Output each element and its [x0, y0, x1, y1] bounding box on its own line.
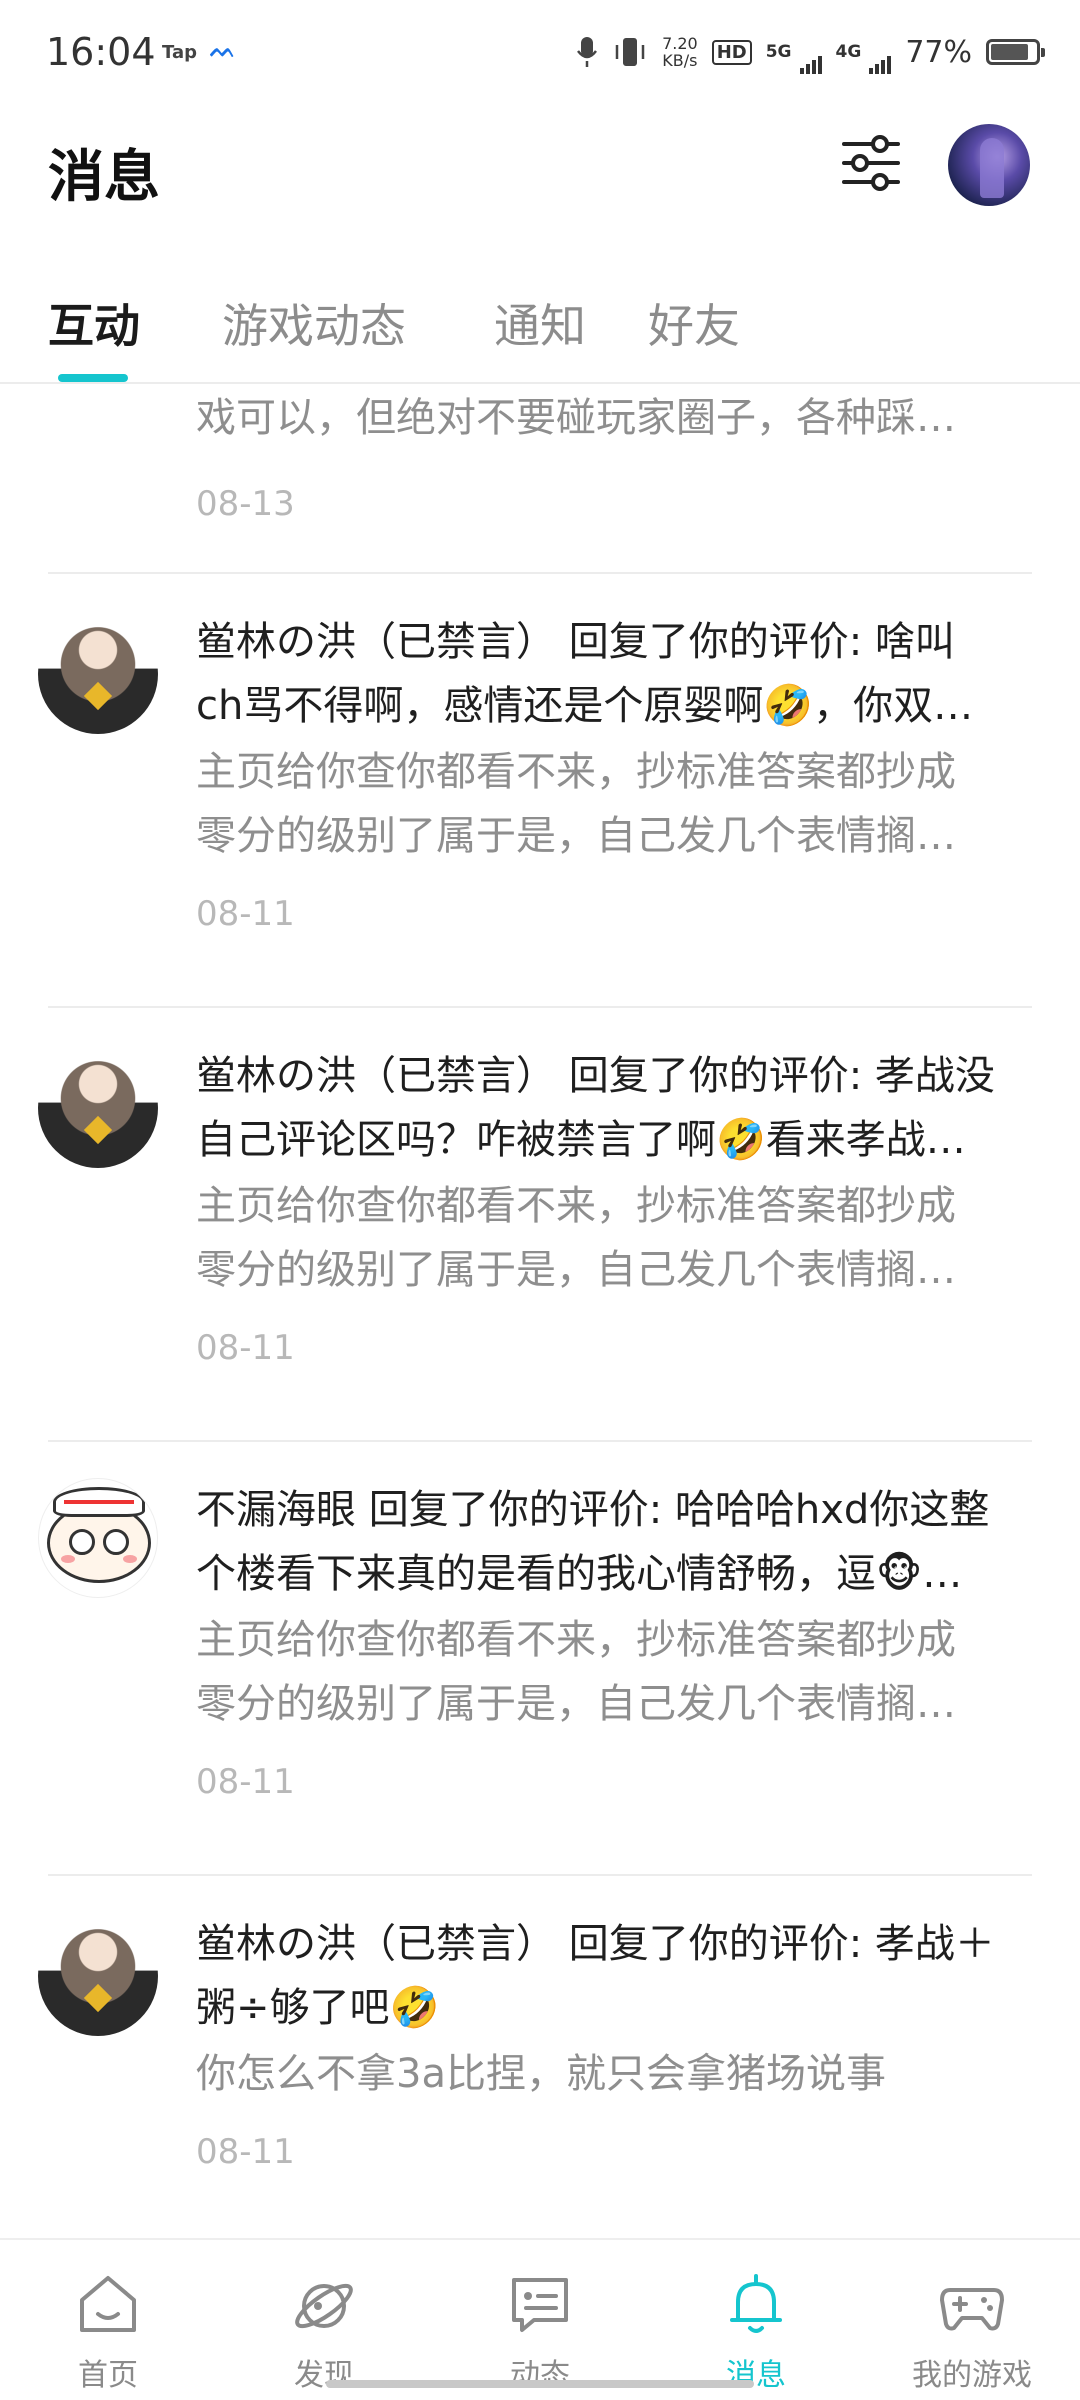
tab-friends[interactable]: 好友 — [648, 290, 740, 356]
home-indicator[interactable] — [326, 2380, 754, 2388]
message-tabs: 互动 游戏动态 通知 好友 — [0, 280, 1080, 384]
status-bar: 16:04 Tap ᨓ 7.20 KB/s HD 5G 4G 77% — [0, 0, 1080, 100]
status-time: 16:04 — [46, 30, 156, 74]
message-body-line: 主页给你查你都看不来，抄标准答案都抄成 — [196, 1183, 956, 1229]
message-body-line: 主页给你查你都看不来，抄标准答案都抄成 — [196, 749, 956, 795]
nav-label: 首页 — [78, 2358, 138, 2393]
message-body: 主页给你查你都看不来，抄标准答案都抄成 零分的级别了属于是，自己发几个表情搁… — [196, 740, 1036, 868]
message-title-line: 个楼看下来真的是看的我心情舒畅，逗🐵… — [196, 1551, 963, 1597]
tab-indicator — [58, 374, 128, 382]
message-date: 08-11 — [196, 1762, 295, 1802]
message-title-line: 不漏海眼 回复了你的评价: 哈哈哈hxd你这整 — [196, 1487, 990, 1533]
message-title-line: 鲎林の洪（已禁言） 回复了你的评价: 啥叫 — [196, 619, 955, 665]
message-body: 戏可以，但绝对不要碰玩家圈子，各种踩… — [196, 386, 1036, 450]
nav-my-games[interactable]: 我的游戏 — [892, 2240, 1052, 2400]
tab-interaction[interactable]: 互动 — [48, 290, 140, 356]
message-title: 鲎林の洪（已禁言） 回复了你的评价: 啥叫 ch骂不得啊，感情还是个原婴啊🤣，你… — [196, 610, 1036, 738]
microphone-icon — [577, 37, 598, 67]
planet-icon — [295, 2283, 353, 2329]
chat-card-icon — [512, 2278, 568, 2332]
message-date: 08-11 — [196, 1328, 295, 1368]
message-body-line: 戏可以，但绝对不要碰玩家圈子，各种踩… — [196, 395, 956, 441]
avatar[interactable] — [38, 1048, 158, 1168]
message-body: 主页给你查你都看不来，抄标准答案都抄成 零分的级别了属于是，自己发几个表情搁… — [196, 1608, 1036, 1736]
list-item[interactable]: 戏可以，但绝对不要碰玩家圈子，各种踩… 08-13 — [0, 386, 1080, 574]
hd-badge: HD — [711, 39, 752, 65]
message-title-line: ch骂不得啊，感情还是个原婴啊🤣，你双… — [196, 683, 974, 729]
network-speed-unit: KB/s — [662, 51, 698, 70]
message-body: 你怎么不拿3a比捏，就只会拿猪场说事 — [196, 2042, 1036, 2106]
page-title: 消息 — [48, 145, 160, 210]
message-date: 08-11 — [196, 894, 295, 934]
gamepad-icon — [940, 2288, 1004, 2331]
message-body-line: 主页给你查你都看不来，抄标准答案都抄成 — [196, 1617, 956, 1663]
signal-4g-label: 4G — [835, 42, 862, 62]
message-title-line: 粥÷够了吧🤣 — [196, 1985, 440, 2031]
nav-feed[interactable]: 动态 — [460, 2240, 620, 2400]
message-body: 主页给你查你都看不来，抄标准答案都抄成 零分的级别了属于是，自己发几个表情搁… — [196, 1174, 1036, 1302]
avatar[interactable] — [38, 1478, 158, 1598]
battery-percent: 77% — [905, 34, 972, 70]
filter-button[interactable] — [838, 130, 904, 196]
message-date: 08-13 — [196, 484, 295, 524]
avatar[interactable] — [38, 1916, 158, 2036]
list-item[interactable]: 鲎林の洪（已禁言） 回复了你的评价: 孝战＋ 粥÷够了吧🤣 你怎么不拿3a比捏，… — [0, 1876, 1080, 2236]
network-speed-value: 7.20 — [662, 34, 698, 53]
vibrate-icon — [615, 38, 645, 66]
message-list: 戏可以，但绝对不要碰玩家圈子，各种踩… 08-13 鲎林の洪（已禁言） 回复了你… — [0, 386, 1080, 2236]
message-title: 鲎林の洪（已禁言） 回复了你的评价: 孝战＋ 粥÷够了吧🤣 — [196, 1912, 1036, 2040]
signal-5g-label: 5G — [765, 42, 792, 62]
message-body-line: 零分的级别了属于是，自己发几个表情搁… — [196, 1681, 956, 1727]
message-body-line: 零分的级别了属于是，自己发几个表情搁… — [196, 813, 956, 859]
signal-5g-icon: 5G — [765, 42, 822, 74]
signal-4g-icon: 4G — [835, 42, 892, 74]
network-speed: 7.20 KB/s — [662, 35, 698, 69]
message-title: 鲎林の洪（已禁言） 回复了你的评价: 孝战没 自己评论区吗？咋被禁言了啊🤣看来孝… — [196, 1044, 1036, 1172]
list-item[interactable]: 鲎林の洪（已禁言） 回复了你的评价: 啥叫 ch骂不得啊，感情还是个原婴啊🤣，你… — [0, 574, 1080, 1008]
message-title-line: 鲎林の洪（已禁言） 回复了你的评价: 孝战＋ — [196, 1921, 995, 1967]
nav-messages[interactable]: 消息 — [676, 2240, 836, 2400]
message-date: 08-11 — [196, 2132, 295, 2172]
bell-icon — [730, 2274, 782, 2333]
bottom-navigation: 首页 发现 动态 消息 我的游戏 — [0, 2238, 1080, 2400]
message-title-line: 鲎林の洪（已禁言） 回复了你的评价: 孝战没 — [196, 1053, 995, 1099]
message-title: 不漏海眼 回复了你的评价: 哈哈哈hxd你这整 个楼看下来真的是看的我心情舒畅，… — [196, 1478, 1036, 1606]
status-icons: 7.20 KB/s HD 5G 4G 77% — [576, 30, 1045, 74]
nav-discover[interactable]: 发现 — [244, 2240, 404, 2400]
tap-notification-icon: Tap — [162, 42, 197, 63]
nav-label: 我的游戏 — [912, 2358, 1032, 2393]
sliders-icon — [842, 135, 900, 191]
message-body-line: 零分的级别了属于是，自己发几个表情搁… — [196, 1247, 956, 1293]
battery-icon — [986, 39, 1045, 65]
message-body-line: 你怎么不拿3a比捏，就只会拿猪场说事 — [196, 2051, 886, 2097]
message-title-line: 自己评论区吗？咋被禁言了啊🤣看来孝战… — [196, 1117, 966, 1163]
tab-notifications[interactable]: 通知 — [494, 290, 586, 356]
list-item[interactable]: 鲎林の洪（已禁言） 回复了你的评价: 孝战没 自己评论区吗？咋被禁言了啊🤣看来孝… — [0, 1008, 1080, 1442]
app-notification-icon: ᨓ — [210, 38, 237, 63]
user-avatar[interactable] — [948, 124, 1030, 206]
tab-game-updates[interactable]: 游戏动态 — [222, 290, 406, 356]
list-item[interactable]: 不漏海眼 回复了你的评价: 哈哈哈hxd你这整 个楼看下来真的是看的我心情舒畅，… — [0, 1442, 1080, 1876]
avatar[interactable] — [38, 614, 158, 734]
home-icon — [80, 2276, 136, 2332]
nav-home[interactable]: 首页 — [28, 2240, 188, 2400]
